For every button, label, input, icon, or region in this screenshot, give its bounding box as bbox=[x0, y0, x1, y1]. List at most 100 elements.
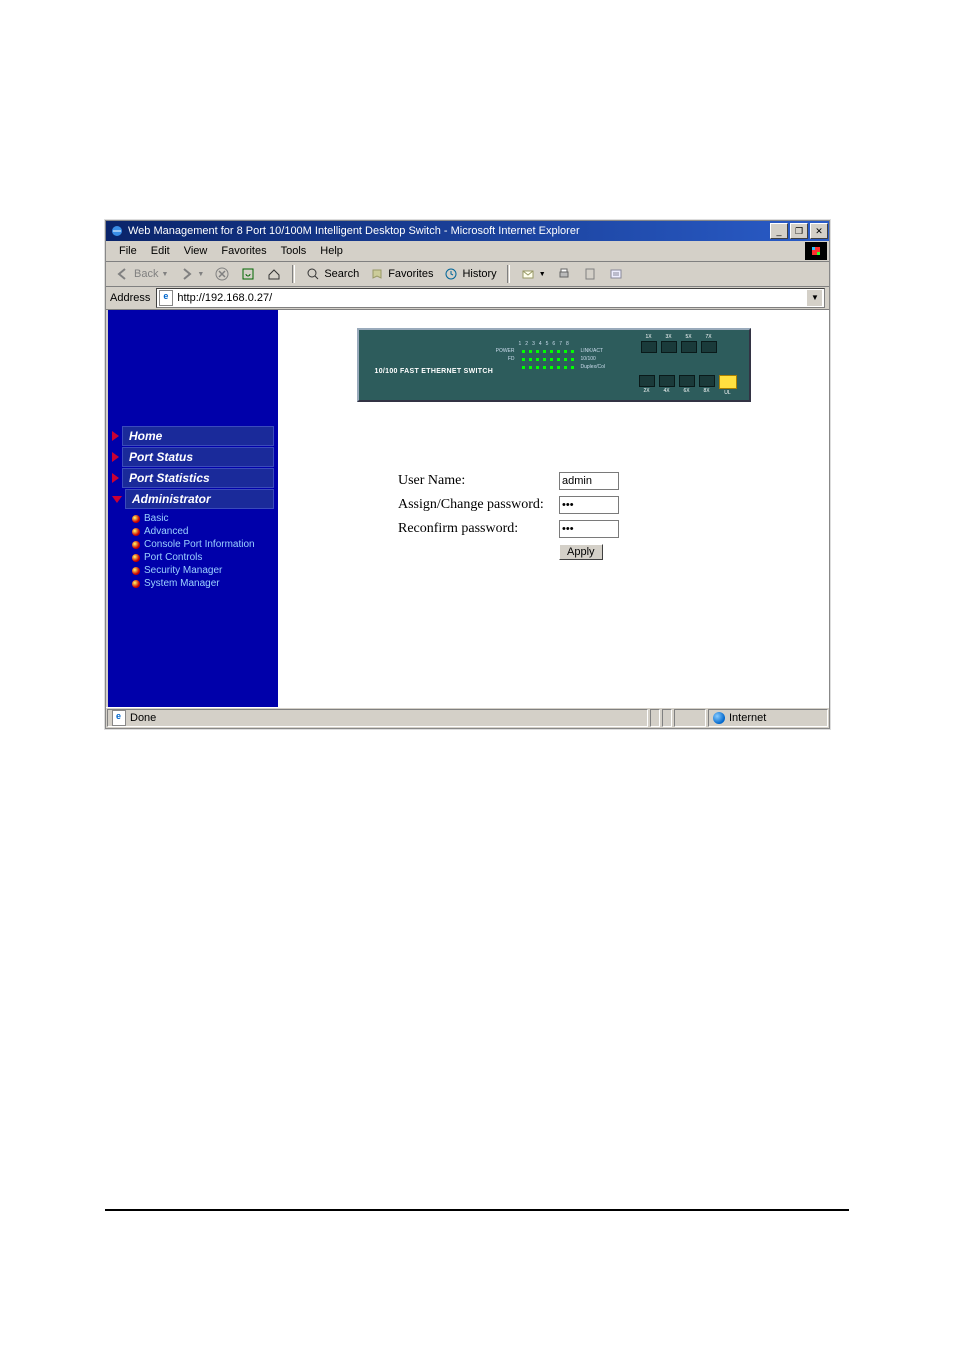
nav-label: Port Status bbox=[122, 447, 274, 467]
history-icon bbox=[443, 266, 459, 282]
apply-button[interactable]: Apply bbox=[559, 544, 603, 560]
addressbar: Address ▼ bbox=[106, 287, 829, 310]
nav-label: Administrator bbox=[125, 489, 274, 509]
print-button[interactable] bbox=[553, 265, 575, 283]
port-icon bbox=[679, 375, 695, 387]
subnav-port-controls[interactable]: Port Controls bbox=[132, 551, 278, 564]
maximize-button[interactable]: ❐ bbox=[790, 223, 808, 239]
subnav-advanced[interactable]: Advanced bbox=[132, 525, 278, 538]
nav-administrator[interactable]: Administrator bbox=[112, 489, 274, 509]
subnav-label: Basic bbox=[144, 512, 168, 525]
ie-icon bbox=[110, 224, 124, 238]
led-panel: POWERLINK/ACT FD10/100 Duplex/Col bbox=[489, 348, 605, 372]
window-title: Web Management for 8 Port 10/100M Intell… bbox=[128, 225, 769, 237]
stop-button[interactable] bbox=[211, 265, 233, 283]
mail-button[interactable]: ▼ bbox=[517, 265, 549, 283]
subnav-system-manager[interactable]: System Manager bbox=[132, 577, 278, 590]
bullet-icon bbox=[132, 528, 140, 536]
toolbar: Back ▼ ▼ Search Favorit bbox=[106, 262, 829, 287]
menu-view[interactable]: View bbox=[177, 245, 215, 257]
edit-button[interactable] bbox=[579, 265, 601, 283]
bullet-icon bbox=[132, 515, 140, 523]
search-button[interactable]: Search bbox=[302, 265, 362, 283]
statusbar: Done Internet bbox=[106, 707, 829, 728]
menu-favorites[interactable]: Favorites bbox=[214, 245, 273, 257]
status-left-pane: Done bbox=[107, 709, 648, 727]
subnav-label: Security Manager bbox=[144, 564, 222, 577]
menu-help[interactable]: Help bbox=[313, 245, 350, 257]
address-label: Address bbox=[110, 292, 152, 304]
port-icon bbox=[699, 375, 715, 387]
browser-window: Web Management for 8 Port 10/100M Intell… bbox=[105, 220, 830, 729]
favorites-icon bbox=[369, 266, 385, 282]
subnav-basic[interactable]: Basic bbox=[132, 512, 278, 525]
password-label: Assign/Change password: bbox=[398, 497, 553, 513]
subnav-console-port-info[interactable]: Console Port Information bbox=[132, 538, 278, 551]
address-field-wrap: ▼ bbox=[156, 288, 825, 308]
home-button[interactable] bbox=[263, 265, 285, 283]
subnav-label: Advanced bbox=[144, 525, 188, 538]
port-icon bbox=[639, 375, 655, 387]
menu-tools[interactable]: Tools bbox=[274, 245, 314, 257]
nav-label: Home bbox=[122, 426, 274, 446]
back-button[interactable]: Back ▼ bbox=[112, 265, 171, 283]
dropdown-icon: ▼ bbox=[161, 271, 168, 278]
username-label: User Name: bbox=[398, 473, 553, 489]
globe-icon bbox=[713, 712, 725, 724]
confirm-row: Reconfirm password: bbox=[398, 520, 829, 538]
username-input[interactable] bbox=[559, 472, 619, 490]
led-numbers: 12345678 bbox=[519, 341, 569, 347]
port-icon bbox=[641, 341, 657, 353]
close-button[interactable]: ✕ bbox=[810, 223, 828, 239]
stop-icon bbox=[214, 266, 230, 282]
status-security-pane bbox=[674, 709, 706, 727]
menu-file[interactable]: File bbox=[112, 245, 144, 257]
nav-label: Port Statistics bbox=[122, 468, 274, 488]
refresh-button[interactable] bbox=[237, 265, 259, 283]
refresh-icon bbox=[240, 266, 256, 282]
mail-icon bbox=[520, 266, 536, 282]
confirm-label: Reconfirm password: bbox=[398, 521, 553, 537]
status-text: Done bbox=[130, 712, 156, 724]
throbber-icon bbox=[805, 242, 827, 260]
address-input[interactable] bbox=[173, 291, 807, 305]
nav-home[interactable]: Home bbox=[112, 426, 274, 446]
search-label: Search bbox=[324, 268, 359, 280]
status-blank-pane bbox=[650, 709, 660, 727]
nav-port-status[interactable]: Port Status bbox=[112, 447, 274, 467]
subnav: Basic Advanced Console Port Information … bbox=[132, 510, 278, 592]
history-button[interactable]: History bbox=[440, 265, 499, 283]
titlebar: Web Management for 8 Port 10/100M Intell… bbox=[106, 221, 829, 241]
nav-port-statistics[interactable]: Port Statistics bbox=[112, 468, 274, 488]
switch-model-label: 10/100 FAST ETHERNET SWITCH bbox=[375, 368, 494, 375]
status-zone-text: Internet bbox=[729, 712, 766, 724]
page-icon bbox=[112, 710, 126, 726]
address-dropdown[interactable]: ▼ bbox=[807, 290, 822, 306]
favorites-button[interactable]: Favorites bbox=[366, 265, 436, 283]
forward-icon bbox=[178, 266, 194, 282]
toolbar-separator bbox=[292, 265, 295, 283]
menu-edit[interactable]: Edit bbox=[144, 245, 177, 257]
ports-top-row: 1X 3X 5X 7X bbox=[641, 334, 717, 353]
minimize-button[interactable]: _ bbox=[770, 223, 788, 239]
toolbar-separator bbox=[507, 265, 510, 283]
favorites-label: Favorites bbox=[388, 268, 433, 280]
forward-button[interactable]: ▼ bbox=[175, 265, 207, 283]
subnav-security-manager[interactable]: Security Manager bbox=[132, 564, 278, 577]
dropdown-icon: ▼ bbox=[197, 271, 204, 278]
status-zone-pane: Internet bbox=[708, 709, 828, 727]
password-input[interactable] bbox=[559, 496, 619, 514]
edit-icon bbox=[582, 266, 598, 282]
main-pane: 10/100 FAST ETHERNET SWITCH 12345678 POW… bbox=[278, 310, 829, 707]
subnav-label: Port Controls bbox=[144, 551, 202, 564]
subnav-label: Console Port Information bbox=[144, 538, 255, 551]
discuss-button[interactable] bbox=[605, 265, 627, 283]
apply-row: Apply bbox=[398, 544, 829, 560]
ports-bottom-row: 2X 4X 6X 8X UL bbox=[639, 375, 737, 396]
username-row: User Name: bbox=[398, 472, 829, 490]
uplink-port-icon bbox=[719, 375, 737, 389]
subnav-label: System Manager bbox=[144, 577, 220, 590]
confirm-input[interactable] bbox=[559, 520, 619, 538]
bullet-icon bbox=[132, 567, 140, 575]
security-manager-form: User Name: Assign/Change password: Recon… bbox=[398, 472, 829, 560]
